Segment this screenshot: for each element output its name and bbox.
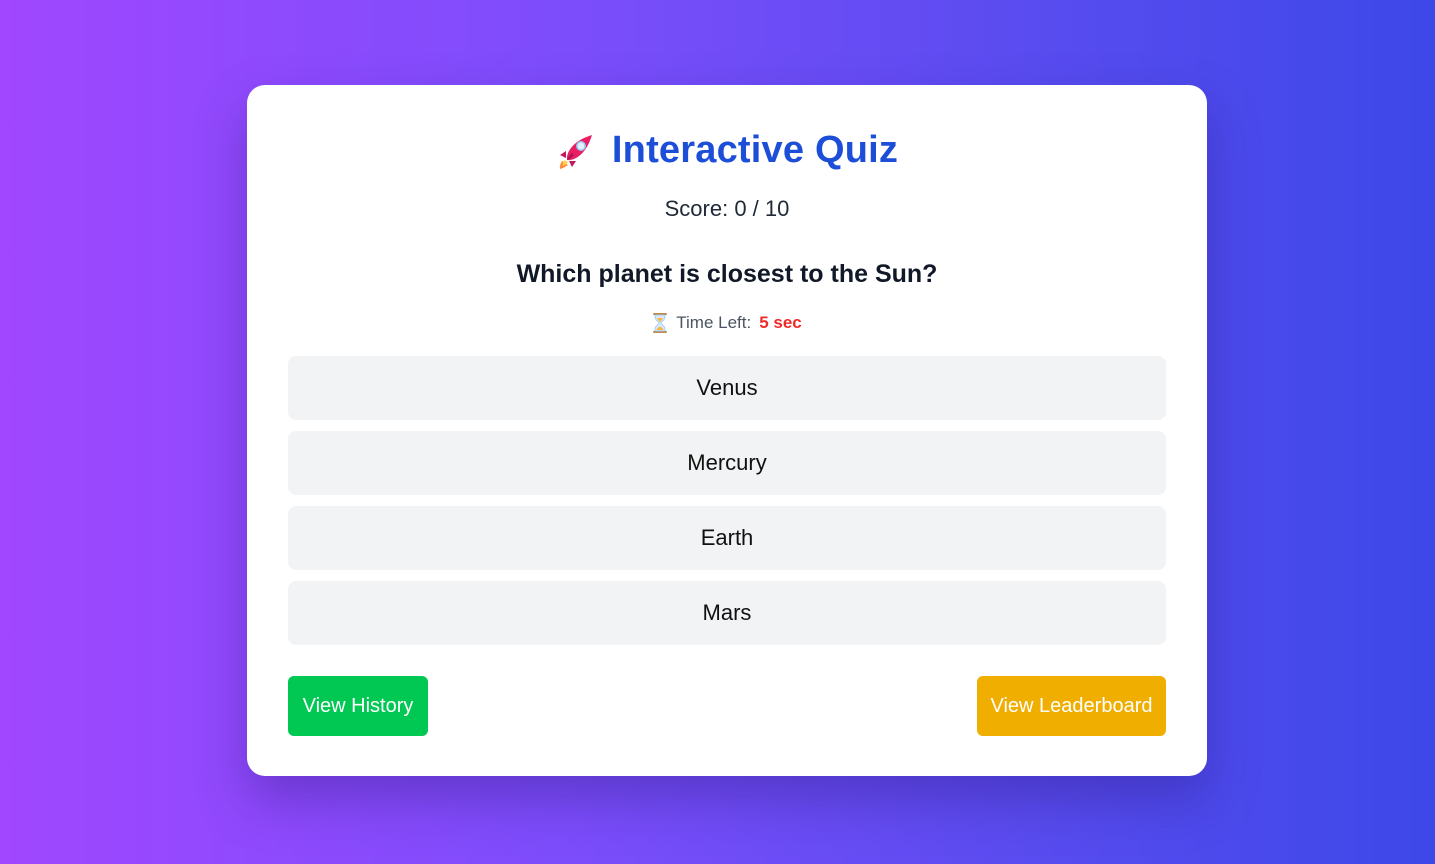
hourglass-icon <box>652 313 668 333</box>
rocket-icon <box>556 131 596 171</box>
score-display: Score: 0 / 10 <box>664 196 790 221</box>
title-row: Interactive Quiz <box>247 129 1207 172</box>
answer-option-mercury[interactable]: Mercury <box>288 431 1166 495</box>
view-history-button[interactable]: View History <box>288 676 428 736</box>
answer-option-venus[interactable]: Venus <box>288 356 1166 420</box>
timer-label: Time Left: <box>676 313 752 332</box>
answer-option-mars[interactable]: Mars <box>288 581 1166 645</box>
timer: Time Left: 5 sec <box>247 313 1207 333</box>
quiz-card: Interactive Quiz Score: 0 / 10 Which pla… <box>247 85 1207 776</box>
timer-value: 5 sec <box>759 313 802 332</box>
view-leaderboard-button[interactable]: View Leaderboard <box>977 676 1166 736</box>
answer-options: Venus Mercury Earth Mars <box>288 356 1166 656</box>
question-text: Which planet is closest to the Sun? <box>516 260 938 288</box>
page-title: Interactive Quiz <box>611 129 899 171</box>
answer-option-earth[interactable]: Earth <box>288 506 1166 570</box>
